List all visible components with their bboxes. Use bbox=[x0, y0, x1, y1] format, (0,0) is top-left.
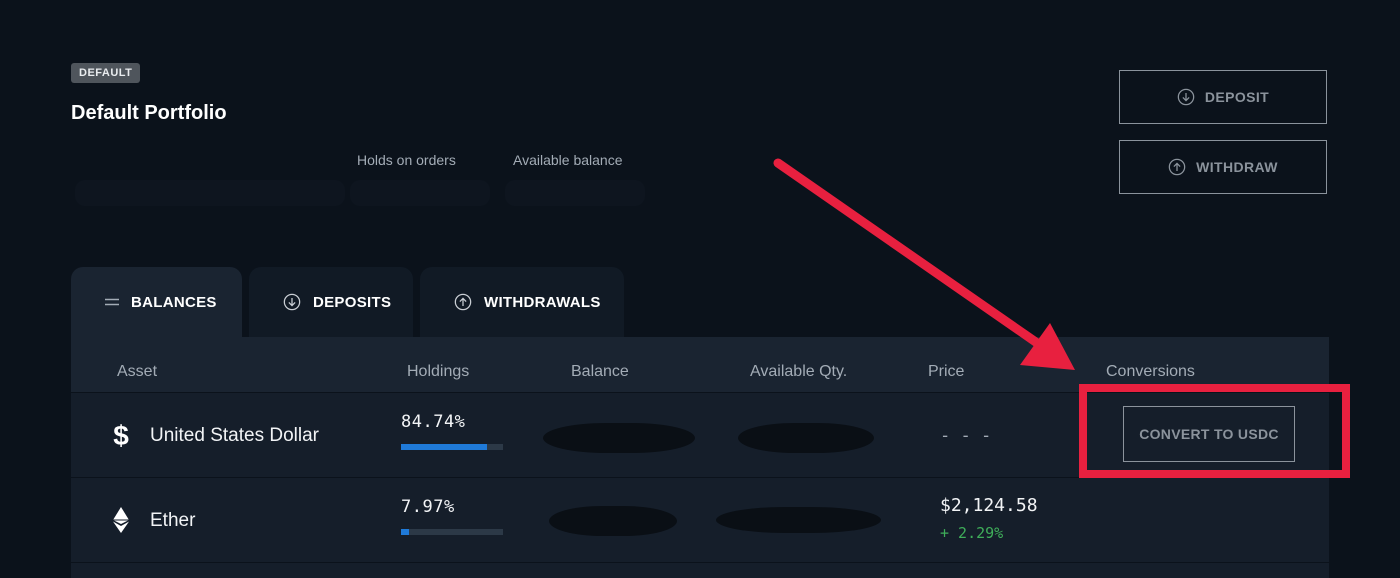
table-row[interactable]: Ether 7.97% $2,124.58 + 2.29% bbox=[71, 478, 1329, 562]
redacted-available-qty bbox=[716, 507, 881, 533]
arrow-down-circle-icon bbox=[283, 293, 301, 311]
arrow-up-circle-icon bbox=[1168, 158, 1186, 176]
tab-balances-label: BALANCES bbox=[131, 293, 217, 311]
holdings-bar-fill bbox=[401, 529, 410, 535]
ethereum-icon bbox=[113, 507, 129, 533]
redacted-balance bbox=[549, 506, 677, 536]
page-title: Default Portfolio bbox=[71, 102, 227, 124]
deposit-button[interactable]: DEPOSIT bbox=[1119, 70, 1327, 124]
redacted-available-value bbox=[505, 180, 645, 206]
price-change: + 2.29% bbox=[940, 524, 1004, 542]
holdings-percent: 7.97% bbox=[401, 497, 455, 517]
redacted-total-balance bbox=[75, 180, 345, 206]
redacted-balance bbox=[543, 423, 695, 453]
column-header-asset: Asset bbox=[117, 363, 158, 380]
withdraw-button[interactable]: WITHDRAW bbox=[1119, 140, 1327, 194]
asset-name: United States Dollar bbox=[150, 425, 319, 446]
deposit-button-label: DEPOSIT bbox=[1204, 89, 1270, 105]
column-header-holdings: Holdings bbox=[407, 363, 470, 380]
holdings-bar bbox=[401, 444, 503, 450]
annotation-highlight-box bbox=[1079, 384, 1350, 478]
holdings-bar bbox=[401, 529, 503, 535]
column-header-balance: Balance bbox=[571, 363, 629, 380]
asset-name: Ether bbox=[150, 510, 196, 531]
menu-icon bbox=[105, 298, 119, 306]
holdings-bar-fill bbox=[401, 444, 488, 450]
price-value: - - - bbox=[940, 426, 992, 446]
svg-text:$: $ bbox=[113, 421, 129, 449]
withdraw-button-label: WITHDRAW bbox=[1196, 159, 1278, 175]
tab-withdrawals[interactable]: WITHDRAWALS bbox=[420, 267, 624, 337]
arrow-up-circle-icon bbox=[454, 293, 472, 311]
holds-on-orders-label: Holds on orders bbox=[357, 152, 456, 168]
redacted-available-qty bbox=[738, 423, 874, 453]
available-balance-label: Available balance bbox=[513, 152, 623, 168]
dollar-icon: $ bbox=[113, 421, 129, 449]
price-value: $2,124.58 bbox=[940, 495, 1038, 516]
redacted-holds-value bbox=[350, 180, 490, 206]
default-badge: DEFAULT bbox=[71, 63, 141, 83]
tab-balances[interactable]: BALANCES bbox=[71, 267, 242, 337]
column-header-conversions: Conversions bbox=[1106, 363, 1195, 380]
tab-deposits-label: DEPOSITS bbox=[313, 293, 392, 311]
tab-deposits[interactable]: DEPOSITS bbox=[249, 267, 413, 337]
column-header-price: Price bbox=[928, 363, 965, 380]
table-row[interactable] bbox=[71, 563, 1329, 578]
arrow-down-circle-icon bbox=[1177, 88, 1195, 106]
holdings-percent: 84.74% bbox=[401, 412, 466, 432]
tab-withdrawals-label: WITHDRAWALS bbox=[484, 293, 601, 311]
column-header-available-qty: Available Qty. bbox=[750, 363, 848, 380]
